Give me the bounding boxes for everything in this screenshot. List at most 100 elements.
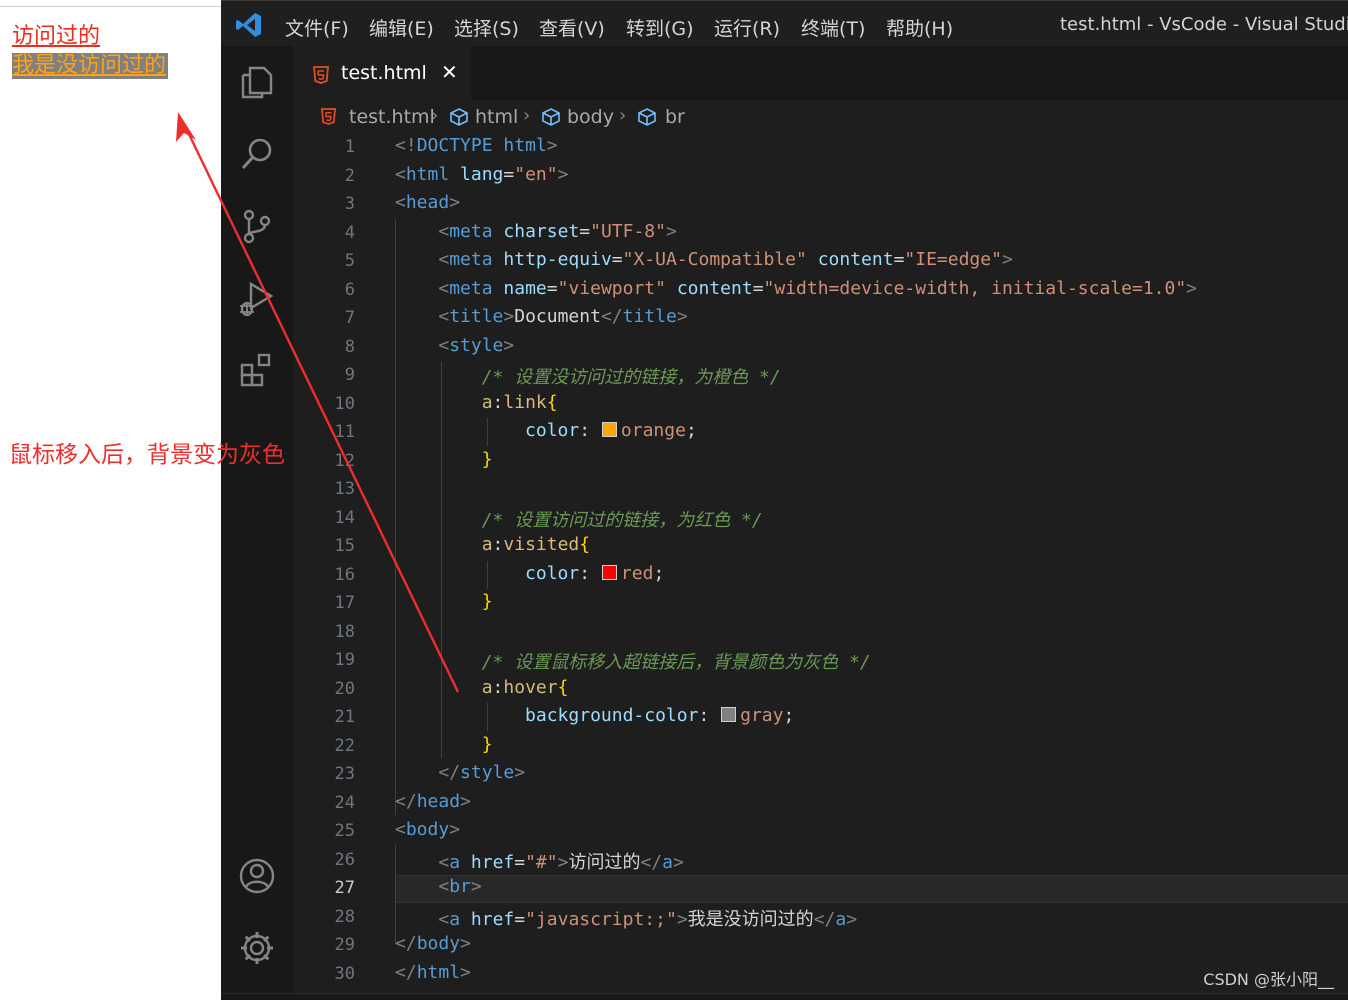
unvisited-link-hovered[interactable]: 我是没访问过的: [12, 53, 169, 79]
line-number: 23: [334, 764, 355, 784]
color-swatch-icon[interactable]: [721, 707, 737, 722]
menu-go[interactable]: 转到(G): [626, 14, 694, 41]
settings-gear-icon[interactable]: [237, 928, 277, 968]
breadcrumb-body[interactable]: body: [567, 106, 614, 128]
code-line[interactable]: 15 a:visited{: [293, 533, 1348, 561]
code-text: a:hover{: [395, 677, 569, 698]
code-token: <: [438, 334, 450, 356]
code-line[interactable]: 13: [293, 476, 1348, 504]
breadcrumb-file[interactable]: test.html: [349, 106, 435, 128]
code-token: a: [449, 908, 461, 930]
menu-selection[interactable]: 选择(S): [454, 14, 519, 41]
menu-terminal[interactable]: 终端(T): [801, 14, 865, 41]
color-swatch-icon[interactable]: [601, 564, 617, 580]
code-token: "X-UA-Compatible": [622, 249, 807, 270]
line-number: 15: [334, 536, 355, 556]
visited-link[interactable]: 访问过的: [12, 24, 100, 50]
menu-view[interactable]: 查看(V): [539, 14, 605, 41]
account-icon[interactable]: [237, 856, 277, 896]
code-token: <: [438, 220, 450, 242]
code-line[interactable]: 6 <meta name="viewport" content="width=d…: [293, 277, 1348, 305]
code-token: <: [395, 819, 406, 840]
activity-bar: [221, 46, 293, 1000]
code-token: <: [438, 306, 450, 327]
menu-edit[interactable]: 编辑(E): [369, 14, 434, 41]
line-number: 12: [334, 450, 355, 471]
code-line[interactable]: 5 <meta http-equiv="X-UA-Compatible" con…: [293, 248, 1348, 276]
code-line[interactable]: 10 a:link{: [293, 391, 1348, 419]
run-debug-icon[interactable]: [237, 278, 277, 318]
code-line[interactable]: 28 <a href="javascript:;">我是没访问过的</a>: [293, 904, 1348, 932]
code-token: >: [503, 334, 515, 356]
code-line[interactable]: 20 a:hover{: [293, 676, 1348, 704]
code-token: =: [752, 277, 764, 299]
code-line[interactable]: 24 </head>: [293, 790, 1348, 818]
code-line[interactable]: 18: [293, 619, 1348, 647]
code-text: <meta name="viewport" content="width=dev…: [395, 278, 1197, 299]
code-token: >: [676, 306, 688, 327]
symbol-element-icon: [542, 108, 560, 126]
code-token: >: [503, 306, 515, 327]
code-line[interactable]: 4 <meta charset="UTF-8">: [293, 220, 1348, 248]
menu-help[interactable]: 帮助(H): [886, 14, 953, 41]
menu-run[interactable]: 运行(R): [714, 14, 780, 41]
code-token: <: [438, 876, 450, 897]
code-line[interactable]: 29 </body>: [293, 932, 1348, 960]
extensions-icon[interactable]: [237, 350, 277, 390]
tab-test-html[interactable]: test.html ✕: [293, 46, 471, 102]
code-line[interactable]: 26 <a href="#">访问过的</a>: [293, 847, 1348, 875]
code-text: <body>: [395, 819, 460, 840]
code-line[interactable]: 22 }: [293, 733, 1348, 761]
code-token: link: [503, 391, 547, 413]
code-line[interactable]: 3 <head>: [293, 191, 1348, 219]
code-text: }: [395, 734, 493, 755]
code-line[interactable]: 14 /* 设置访问过的链接，为红色 */: [293, 505, 1348, 533]
breadcrumb-html[interactable]: html: [475, 106, 518, 128]
source-control-icon[interactable]: [237, 206, 277, 246]
code-line[interactable]: 25 <body>: [293, 818, 1348, 846]
code-line[interactable]: 12 }: [293, 448, 1348, 476]
code-line[interactable]: 1 <!DOCTYPE html>: [293, 134, 1348, 162]
explorer-icon[interactable]: [237, 62, 277, 102]
annotation-text: 鼠标移入后，背景变为灰色: [9, 442, 285, 468]
code-token: }: [481, 733, 493, 755]
color-swatch-icon[interactable]: [601, 422, 617, 437]
code-line[interactable]: 11 color: orange;: [293, 419, 1348, 447]
code-token: >: [557, 851, 569, 873]
code-line[interactable]: 16 color: red;: [293, 562, 1348, 590]
vscode-logo-icon: [236, 13, 261, 37]
code-line[interactable]: 9 /* 设置没访问过的链接，为橙色 */: [293, 362, 1348, 390]
breadcrumb-br[interactable]: br: [665, 106, 685, 128]
code-line[interactable]: 23 </style>: [293, 761, 1348, 789]
code-token: >: [1001, 249, 1013, 270]
search-icon[interactable]: [237, 134, 277, 174]
code-token: style: [449, 334, 504, 356]
code-line[interactable]: 30 </html>: [293, 961, 1348, 989]
code-line[interactable]: 21 background-color: gray;: [293, 704, 1348, 732]
code-line[interactable]: 7 <title>Document</title>: [293, 305, 1348, 333]
menu-file[interactable]: 文件(F): [285, 14, 349, 41]
code-line[interactable]: 8 <style>: [293, 334, 1348, 362]
code-editor[interactable]: 1 <!DOCTYPE html> 2 <html lang="en"> 3 <head>…: [293, 134, 1348, 1000]
code-text: </html>: [395, 962, 471, 983]
code-token: gray: [740, 705, 784, 726]
code-line[interactable]: 19 /* 设置鼠标移入超链接后，背景颜色为灰色 */: [293, 647, 1348, 675]
code-line[interactable]: 2 <html lang="en">: [293, 163, 1348, 191]
code-line[interactable]: 17 }: [293, 590, 1348, 618]
title-bar: 文件(F) 编辑(E) 选择(S) 查看(V) 转到(G) 运行(R) 终端(T…: [221, 0, 1348, 47]
code-token: html: [405, 163, 450, 185]
code-token: "IE=edge": [904, 249, 1002, 270]
code-line[interactable]: 27 <br>: [293, 875, 1348, 903]
code-text: background-color: gray;: [395, 705, 794, 726]
tab-close-icon[interactable]: ✕: [441, 60, 458, 84]
